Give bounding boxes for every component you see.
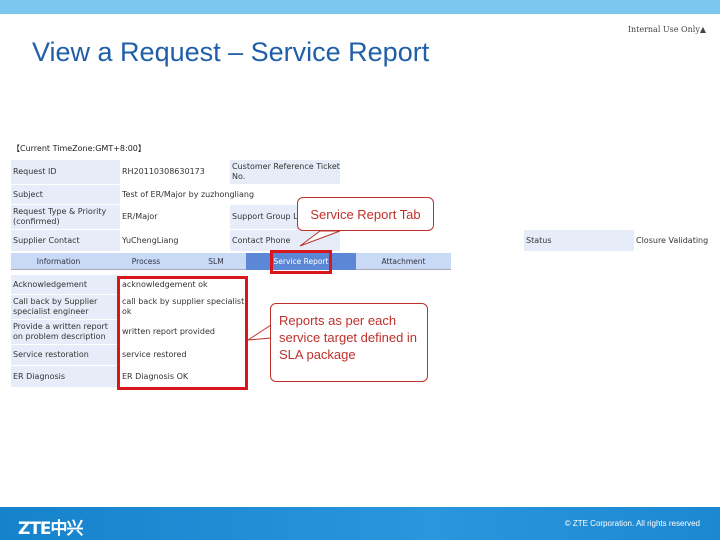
zte-logo: ZTE中兴	[18, 519, 84, 539]
copyright: © ZTE Corporation. All rights reserved	[564, 519, 700, 528]
footer: ZTE中兴 © ZTE Corporation. All rights rese…	[0, 507, 720, 540]
callout-pointers	[247, 230, 341, 341]
service-report-tab-callout: Service Report Tab	[297, 197, 434, 231]
reports-callout: Reports as per each service target defin…	[270, 303, 428, 382]
